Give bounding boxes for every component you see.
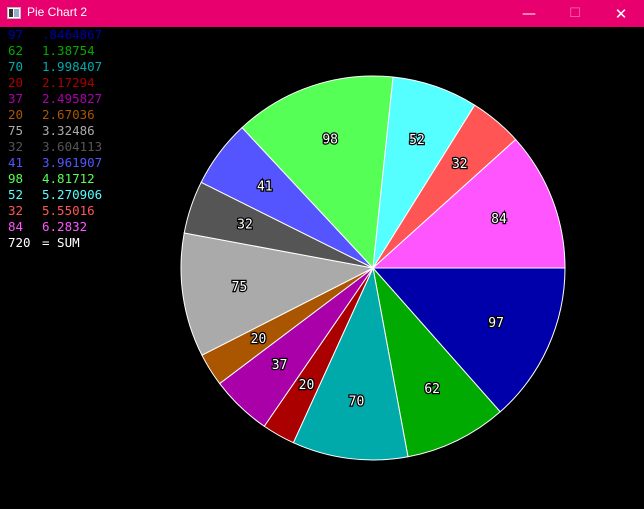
slice-value-label: 84 [491,212,507,227]
slice-value-label: 52 [409,133,425,148]
slice-value-label: 97 [488,316,504,331]
slice-value-label: 70 [349,395,365,410]
app-icon[interactable] [7,7,21,19]
title-bar[interactable]: Pie Chart 2 — ☐ ✕ [0,0,644,27]
slice-value-label: 62 [424,382,440,397]
slice-value-label: 32 [237,218,253,233]
close-button[interactable]: ✕ [598,0,644,27]
slice-value-label: 75 [232,280,248,295]
maximize-button[interactable]: ☐ [552,0,598,27]
slice-value-label: 41 [257,180,273,195]
window-title: Pie Chart 2 [27,5,88,19]
slice-value-label: 32 [452,157,468,172]
slice-value-label: 37 [272,358,288,373]
pie-chart: 97 62 70 20 37 20 75 32 41 98 52 32 84 [180,75,566,461]
chart-area: 97.8464867 62 1.38754 70 1.998407 20 2.17294 37… [0,27,644,509]
slice-value-label: 20 [299,378,315,393]
minimize-button[interactable]: — [506,0,552,27]
slice-value-label: 20 [251,332,267,347]
slice-value-label: 98 [322,133,338,148]
app-window: Pie Chart 2 — ☐ ✕ 97.8464867 62 1.38754 70 1… [0,0,644,509]
